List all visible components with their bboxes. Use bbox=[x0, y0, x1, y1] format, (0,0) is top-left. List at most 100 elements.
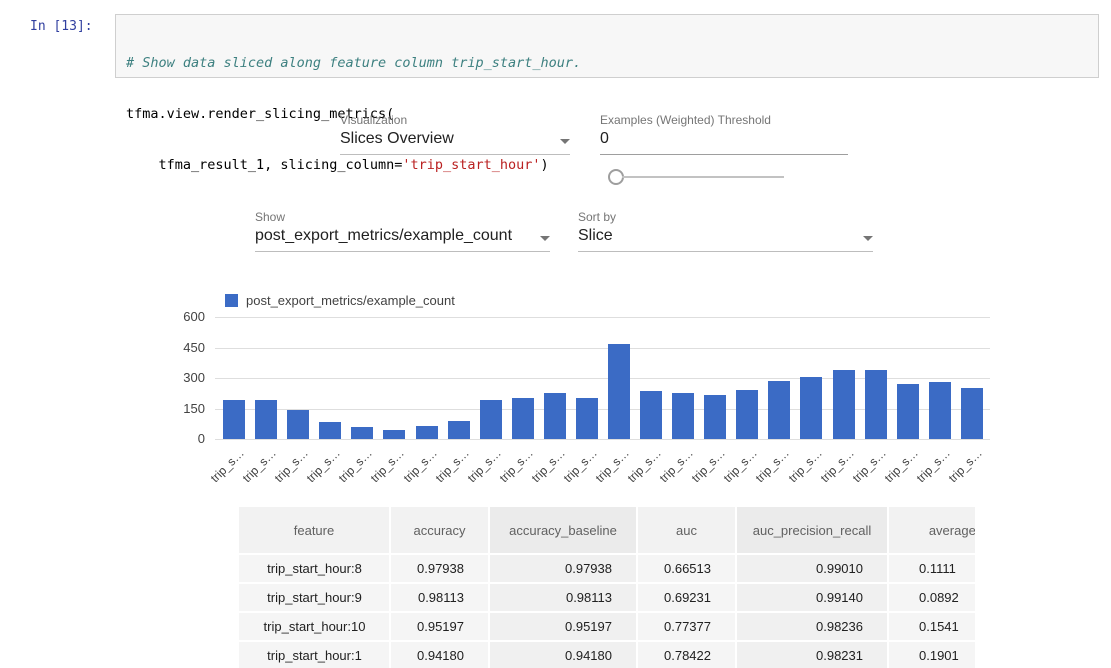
threshold-label: Examples (Weighted) Threshold bbox=[600, 113, 771, 127]
x-axis-tick-label: trip_s… bbox=[227, 446, 279, 498]
bar[interactable] bbox=[929, 382, 951, 439]
legend-swatch bbox=[225, 294, 238, 307]
bar[interactable] bbox=[319, 422, 341, 439]
bar[interactable] bbox=[672, 393, 694, 439]
column-header: accuracy_baseline bbox=[490, 507, 636, 553]
visualization-dropdown[interactable]: Slices Overview bbox=[340, 130, 570, 155]
column-header: accuracy bbox=[391, 507, 488, 553]
table-cell: 0.98231 bbox=[737, 642, 887, 668]
x-axis-tick-label: trip_s… bbox=[355, 446, 407, 498]
show-label: Show bbox=[255, 210, 285, 224]
x-axis-tick-label: trip_s… bbox=[772, 446, 824, 498]
column-header: feature bbox=[239, 507, 389, 553]
bar[interactable] bbox=[640, 391, 662, 439]
visualization-value: Slices Overview bbox=[340, 130, 454, 148]
x-axis-tick-label: trip_s… bbox=[259, 446, 311, 498]
bar[interactable] bbox=[480, 400, 502, 439]
gridline bbox=[215, 439, 990, 440]
x-axis-tick-label: trip_s… bbox=[323, 446, 375, 498]
x-axis-tick-label: trip_s… bbox=[515, 446, 567, 498]
bar[interactable] bbox=[223, 400, 245, 439]
column-header: auc bbox=[638, 507, 735, 553]
table-cell: 0.1111 bbox=[889, 555, 975, 582]
x-axis-tick-label: trip_s… bbox=[804, 446, 856, 498]
table-cell: trip_start_hour:9 bbox=[239, 584, 389, 611]
chevron-down-icon bbox=[863, 236, 873, 241]
bar[interactable] bbox=[512, 398, 534, 439]
legend-label: post_export_metrics/example_count bbox=[246, 293, 455, 308]
bar[interactable] bbox=[576, 398, 598, 439]
cell-prompt: In [13]: bbox=[30, 19, 93, 34]
table-cell: 0.69231 bbox=[638, 584, 735, 611]
table-cell: 0.98113 bbox=[490, 584, 636, 611]
table-cell: 0.1901 bbox=[889, 642, 975, 668]
table-cell: 0.97938 bbox=[490, 555, 636, 582]
x-axis-tick-label: trip_s… bbox=[387, 446, 439, 498]
y-axis-tick-label: 0 bbox=[160, 431, 205, 447]
bar-series bbox=[218, 317, 988, 439]
bar[interactable] bbox=[768, 381, 790, 439]
sort-by-value: Slice bbox=[578, 227, 613, 245]
bar[interactable] bbox=[448, 421, 470, 439]
x-axis-tick-label: trip_s… bbox=[740, 446, 792, 498]
bar[interactable] bbox=[351, 427, 373, 439]
sort-label: Sort by bbox=[578, 210, 616, 224]
threshold-value: 0 bbox=[600, 130, 609, 148]
table-cell: 0.66513 bbox=[638, 555, 735, 582]
table-row: trip_start_hour:100.951970.951970.773770… bbox=[239, 613, 975, 640]
x-axis-tick-label: trip_s… bbox=[900, 446, 952, 498]
x-axis-tick-label: trip_s… bbox=[483, 446, 535, 498]
show-metric-value: post_export_metrics/example_count bbox=[255, 227, 512, 245]
metrics-table: featureaccuracyaccuracy_baselineaucauc_p… bbox=[237, 505, 975, 668]
bar[interactable] bbox=[865, 370, 887, 439]
chevron-down-icon bbox=[560, 139, 570, 144]
bar[interactable] bbox=[544, 393, 566, 439]
table-cell: 0.98113 bbox=[391, 584, 488, 611]
y-axis-tick-label: 300 bbox=[160, 370, 205, 386]
table-cell: 0.78422 bbox=[638, 642, 735, 668]
column-header: auc_precision_recall bbox=[737, 507, 887, 553]
bar[interactable] bbox=[383, 430, 405, 439]
table-cell: 0.77377 bbox=[638, 613, 735, 640]
table-cell: 0.98236 bbox=[737, 613, 887, 640]
sort-by-dropdown[interactable]: Slice bbox=[578, 227, 873, 252]
bar[interactable] bbox=[704, 395, 726, 439]
table-cell: 0.94180 bbox=[490, 642, 636, 668]
visualization-label: Visualization bbox=[340, 113, 407, 127]
x-axis-tick-label: trip_s… bbox=[548, 446, 600, 498]
bar[interactable] bbox=[800, 377, 822, 439]
table-row: trip_start_hour:90.981130.981130.692310.… bbox=[239, 584, 975, 611]
y-axis-tick-label: 600 bbox=[160, 309, 205, 325]
bar[interactable] bbox=[416, 426, 438, 439]
bar[interactable] bbox=[287, 410, 309, 439]
x-axis-tick-label: trip_s… bbox=[291, 446, 343, 498]
table-row: trip_start_hour:10.941800.941800.784220.… bbox=[239, 642, 975, 668]
code-cell[interactable]: # Show data sliced along feature column … bbox=[115, 14, 1099, 78]
x-axis-tick-label: trip_s… bbox=[195, 446, 247, 498]
bar[interactable] bbox=[961, 388, 983, 439]
threshold-input[interactable]: 0 bbox=[600, 130, 848, 155]
table-cell: 0.99140 bbox=[737, 584, 887, 611]
table-cell: trip_start_hour:1 bbox=[239, 642, 389, 668]
bar[interactable] bbox=[897, 384, 919, 439]
x-axis-tick-label: trip_s… bbox=[451, 446, 503, 498]
column-header: average_loss bbox=[889, 507, 975, 553]
x-axis-tick-label: trip_s… bbox=[708, 446, 760, 498]
x-axis-tick-label: trip_s… bbox=[580, 446, 632, 498]
bar[interactable] bbox=[255, 400, 277, 439]
x-axis-tick-label: trip_s… bbox=[612, 446, 664, 498]
threshold-slider[interactable] bbox=[608, 169, 784, 185]
table-cell: 0.95197 bbox=[391, 613, 488, 640]
slider-track bbox=[622, 176, 784, 178]
x-axis-tick-label: trip_s… bbox=[676, 446, 728, 498]
code-line-comment: # Show data sliced along feature column … bbox=[126, 55, 1088, 72]
bar[interactable] bbox=[736, 390, 758, 439]
bar[interactable] bbox=[833, 370, 855, 439]
bar[interactable] bbox=[608, 344, 630, 439]
table-cell: 0.95197 bbox=[490, 613, 636, 640]
x-axis-tick-label: trip_s… bbox=[868, 446, 920, 498]
show-metric-dropdown[interactable]: post_export_metrics/example_count bbox=[255, 227, 550, 252]
x-axis-tick-label: trip_s… bbox=[933, 446, 985, 498]
table-cell: 0.97938 bbox=[391, 555, 488, 582]
table-cell: 0.94180 bbox=[391, 642, 488, 668]
